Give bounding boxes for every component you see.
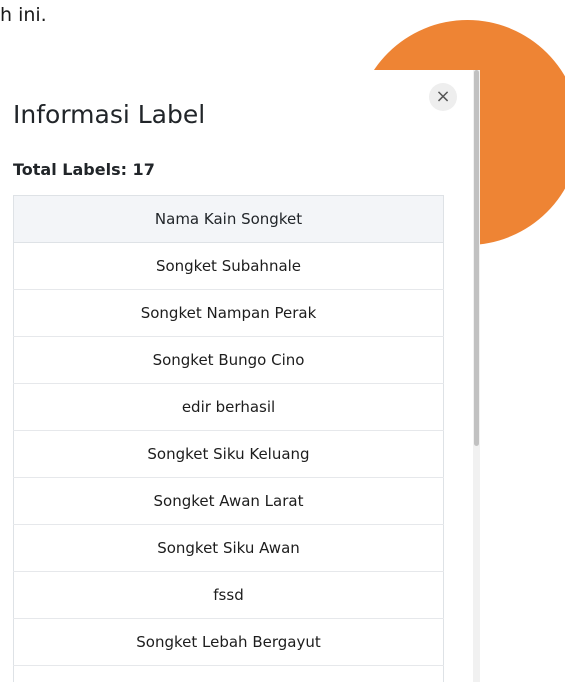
table-cell: Songket Nampan Perak: [13, 289, 444, 337]
table-cell: Songket Siku Awan: [13, 524, 444, 572]
table-row: Songket Siku Keluang: [13, 430, 444, 478]
table-row: Songket Subahnale: [13, 242, 444, 290]
label-table: Nama Kain Songket Songket Subahnale Song…: [13, 195, 444, 682]
table-cell: fssd: [13, 571, 444, 619]
column-header-nama-kain: Nama Kain Songket: [13, 195, 444, 243]
table-cell: Songket Awan Larat: [13, 477, 444, 525]
modal-title: Informasi Label: [13, 100, 206, 129]
label-info-modal: × Informasi Label Total Labels: 17 Nama …: [0, 70, 480, 682]
table-row: [13, 665, 444, 682]
table-row: Songket Lebah Bergayut: [13, 618, 444, 666]
scrollbar-thumb[interactable]: [474, 70, 479, 446]
table-cell: Songket Siku Keluang: [13, 430, 444, 478]
close-icon: ×: [435, 86, 451, 107]
table-row: Songket Nampan Perak: [13, 289, 444, 337]
table-cell: [13, 665, 444, 682]
table-row: Songket Awan Larat: [13, 477, 444, 525]
total-labels: Total Labels: 17: [13, 160, 155, 179]
modal-scrollbar[interactable]: [473, 70, 480, 682]
table-header-row: Nama Kain Songket: [13, 195, 444, 243]
table-cell: edir berhasil: [13, 383, 444, 431]
close-button[interactable]: ×: [429, 83, 457, 111]
table-row: edir berhasil: [13, 383, 444, 431]
table-row: Songket Bungo Cino: [13, 336, 444, 384]
table-cell: Songket Lebah Bergayut: [13, 618, 444, 666]
table-row: fssd: [13, 571, 444, 619]
table-row: Songket Siku Awan: [13, 524, 444, 572]
label-table-container: Nama Kain Songket Songket Subahnale Song…: [13, 195, 444, 682]
table-cell: Songket Bungo Cino: [13, 336, 444, 384]
background-text: h ini.: [0, 4, 47, 26]
table-cell: Songket Subahnale: [13, 242, 444, 290]
